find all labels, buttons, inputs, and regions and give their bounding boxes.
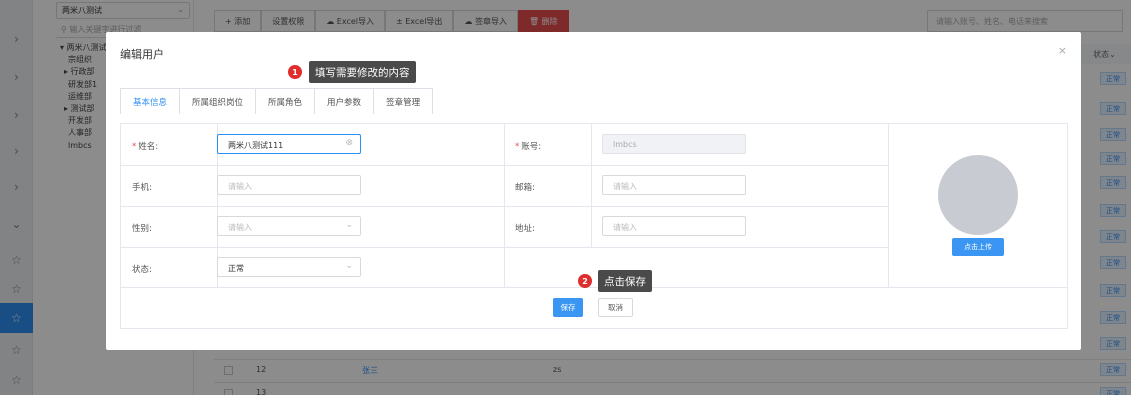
edit-user-dialog: 编辑用户 × 基本信息 所属组织岗位 所属角色 用户参数 签章管理 * 姓名: 两… <box>106 32 1081 350</box>
upload-avatar-button[interactable]: 点击上传 <box>952 238 1004 256</box>
dialog-tabs: 基本信息 所属组织岗位 所属角色 用户参数 签章管理 <box>120 88 434 114</box>
tab-org-position[interactable]: 所属组织岗位 <box>179 88 257 114</box>
name-field-value: 两米八测试111 <box>228 141 284 150</box>
chevron-down-icon: ⌄ <box>345 220 353 230</box>
phone-label: 手机: <box>132 183 152 193</box>
tab-signature[interactable]: 签章管理 <box>373 88 434 114</box>
gender-label: 性别: <box>132 224 152 234</box>
tab-basic-info[interactable]: 基本信息 <box>120 88 181 114</box>
dialog-title: 编辑用户 <box>120 48 164 61</box>
phone-field[interactable]: 请输入 <box>217 175 361 195</box>
account-label: * 账号: <box>515 142 542 152</box>
email-label: 邮箱: <box>515 183 535 193</box>
account-field: lmbcs <box>602 134 746 154</box>
gender-select[interactable]: 请输入 ⌄ <box>217 216 361 236</box>
email-field[interactable]: 请输入 <box>602 175 746 195</box>
tab-user-params[interactable]: 用户参数 <box>314 88 375 114</box>
tab-roles[interactable]: 所属角色 <box>255 88 316 114</box>
cancel-button[interactable]: 取消 <box>598 298 633 317</box>
name-label: * 姓名: <box>132 142 159 152</box>
gender-select-placeholder: 请输入 <box>228 223 252 232</box>
step-2-badge: 2 <box>578 274 592 288</box>
user-form: * 姓名: 两米八测试111 ⊗ * 账号: lmbcs 手机: 请输入 邮箱: 请… <box>120 123 1068 329</box>
save-button[interactable]: 保存 <box>553 298 583 317</box>
clear-icon[interactable]: ⊗ <box>345 138 353 148</box>
chevron-down-icon: ⌄ <box>345 261 353 271</box>
status-label: 状态: <box>132 265 152 275</box>
step-1-badge: 1 <box>288 65 302 79</box>
status-select[interactable]: 正常 ⌄ <box>217 257 361 277</box>
name-field[interactable]: 两米八测试111 ⊗ <box>217 134 361 154</box>
step-1-tooltip: 填写需要修改的内容 <box>309 61 416 83</box>
address-field[interactable]: 请输入 <box>602 216 746 236</box>
close-icon[interactable]: × <box>1058 44 1067 57</box>
avatar <box>938 155 1018 235</box>
address-label: 地址: <box>515 224 535 234</box>
status-select-value: 正常 <box>228 264 244 273</box>
step-2-tooltip: 点击保存 <box>598 270 652 292</box>
